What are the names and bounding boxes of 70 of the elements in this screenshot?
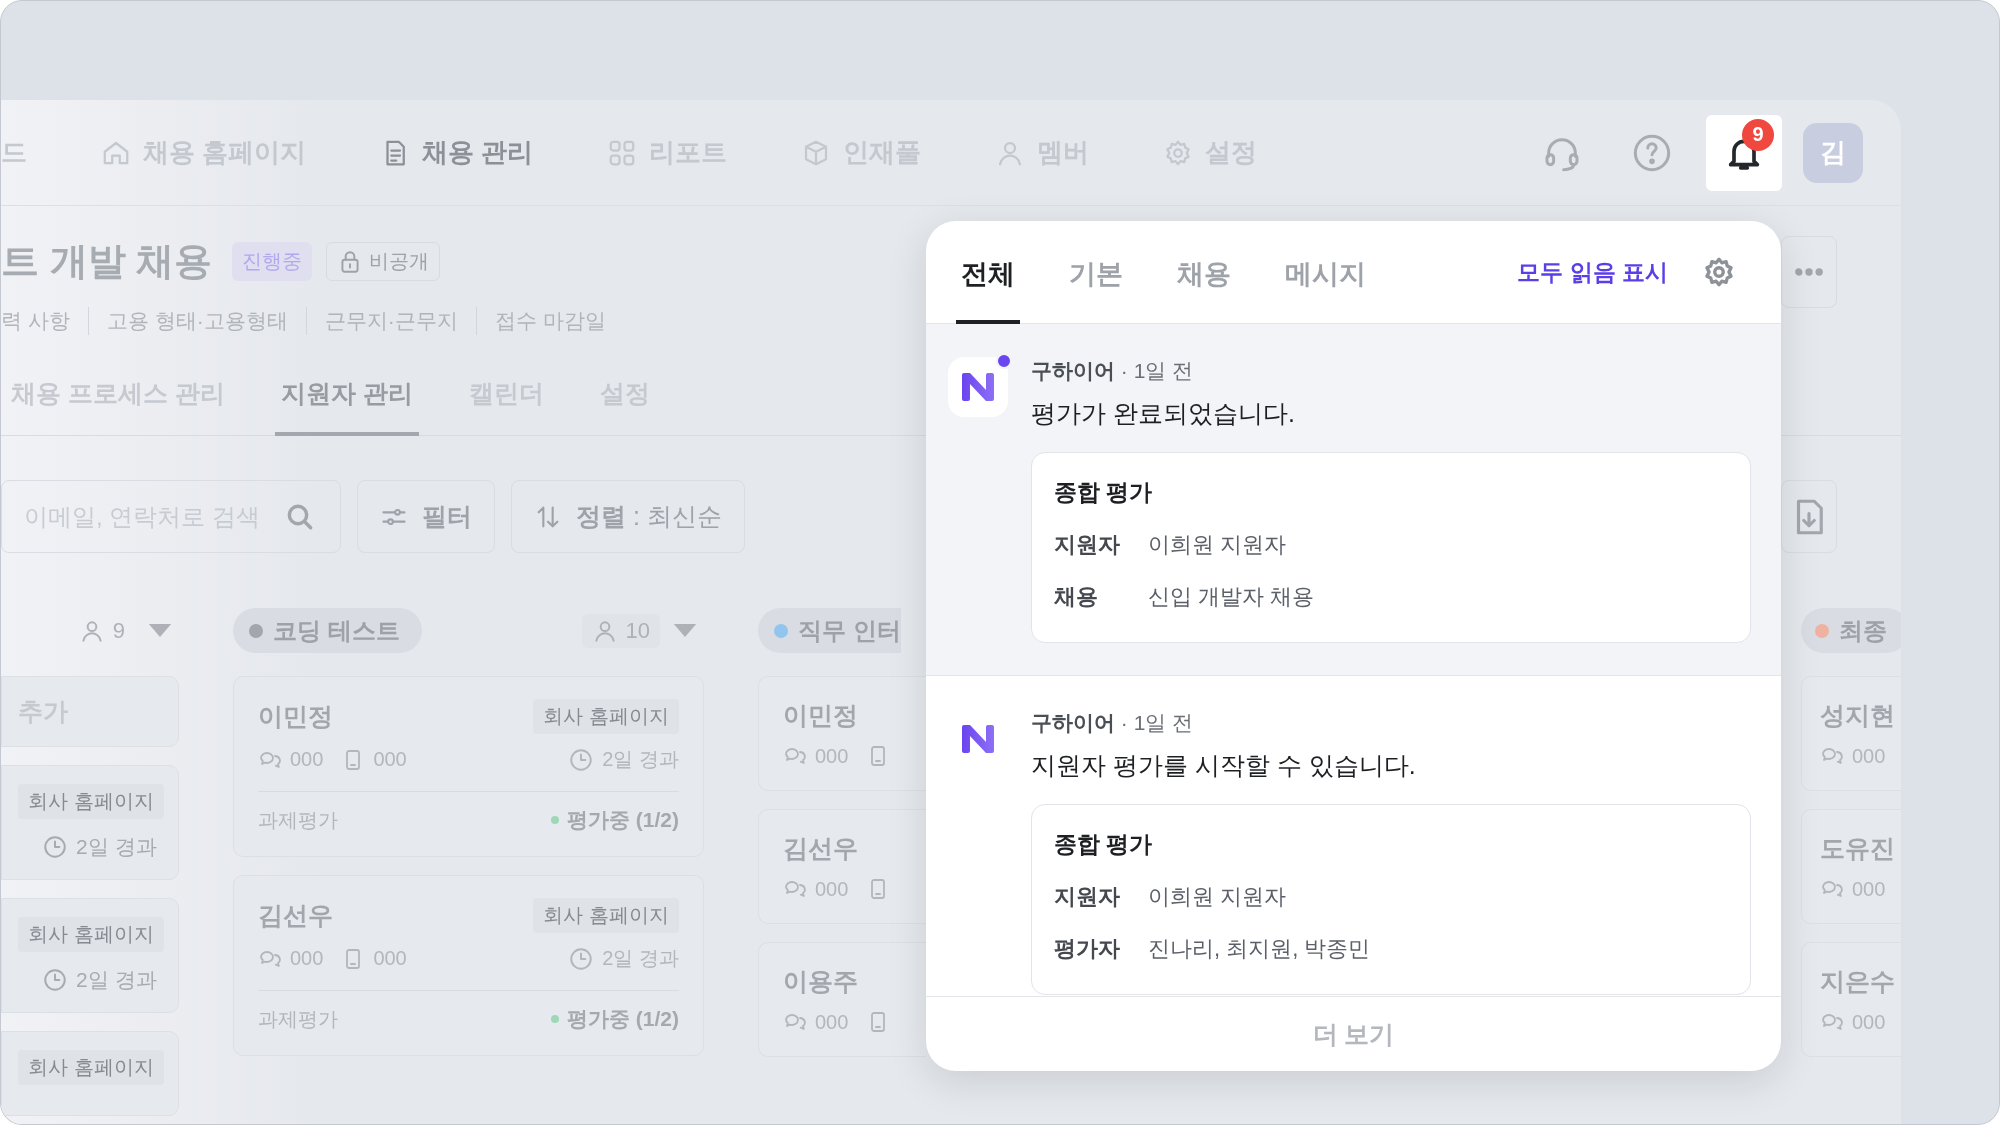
elapsed-time: 2일 경과 [76,834,157,860]
job-title: 트 개발 채용 [1,239,213,284]
field-value: 신입 개발자 채용 [1148,583,1315,611]
applicant-card[interactable]: 회사 홈페이지 [1,1031,179,1116]
field-label: 채용 [1054,583,1099,611]
notification-tab[interactable]: 메시지 [1280,221,1371,324]
source-tag: 회사 홈페이지 [533,699,679,734]
evaluation-status: 평가중 (1/2) [551,806,679,834]
notification-tab[interactable]: 기본 [1064,221,1128,324]
clock-icon [568,945,595,972]
notification-message: 평가가 완료되었습니다. [1031,398,1296,429]
stage-pill[interactable]: 최종 [1801,608,1901,653]
notification-button[interactable]: 9 [1706,114,1782,191]
applicant-card[interactable]: 회사 홈페이지 2일 경과 [1,898,179,1013]
stage-pill[interactable]: 직무 인터 [758,608,901,653]
mark-all-read-link[interactable]: 모두 읽음 표시 [1517,256,1668,288]
clock-icon [42,967,68,993]
notification-meta: 구하이어 · 1일 전 [1031,358,1195,384]
applicant-name: 성지현 [1820,700,1895,731]
field-value: 진나리, 최지원, 박종민 [1148,935,1371,963]
applicant-name: 이용주 [783,966,858,997]
field-value: 이희원 지원자 [1148,531,1287,559]
applicant-name: 김선우 [258,900,333,931]
field-label: 지원자 [1054,531,1121,559]
field-value: 이희원 지원자 [1148,883,1287,911]
settings-button[interactable] [1702,255,1736,289]
applicant-name: 도유진 [1820,833,1895,864]
filter-button[interactable]: 필터 [357,480,495,553]
nav-item[interactable]: 채용 관리 [380,135,534,170]
notification-item[interactable]: 구하이어 · 1일 전 평가가 완료되었습니다. 종합 평가 지원자 이희원 지원자 채용 신입 개발자 채용 [926,324,1781,676]
applicant-name: 김선우 [783,833,858,864]
settings-icon [1702,255,1736,289]
source-tag: 회사 홈페이지 [18,917,164,952]
source-tag: 회사 홈페이지 [18,1050,164,1085]
caret-icon [147,622,173,639]
elapsed-time: 2일 경과 [76,967,157,993]
field-label: 평가자 [1054,935,1121,963]
field-label: 지원자 [1054,883,1121,911]
clock-icon [42,834,68,860]
card-title: 종합 평가 [1054,830,1154,859]
notification-badge: 9 [1742,118,1774,151]
notification-item[interactable]: 구하이어 · 1일 전 지원자 평가를 시작할 수 있습니다. 종합 평가 지원자 이희원 지원자 평가자 진나리, 최지원, 박종민 [926,676,1781,996]
stage-pill[interactable]: 코딩 테스트 [233,608,422,653]
more-icon [1795,268,1823,276]
notification-message: 지원자 평가를 시작할 수 있습니다. [1031,750,1417,781]
sort-button[interactable]: 정렬 : 최신순 [511,480,745,553]
job-meta: 력 사항 [1,308,70,334]
clock-icon [568,746,595,773]
card-title: 종합 평가 [1054,478,1154,507]
visibility-badge: 비공개 [326,242,441,281]
applicant-name: 이민정 [258,701,333,732]
download-button[interactable] [1781,480,1837,553]
source-tag: 회사 홈페이지 [533,898,679,933]
tab[interactable]: 지원자 관리 [274,377,419,436]
logo-icon [962,373,994,401]
applicant-count: 9 [68,613,135,648]
help-icon [1632,132,1672,173]
dropdown-button[interactable] [147,622,173,639]
applicant-name: 지은수 [1820,966,1895,997]
evaluation-status: 평가중 (1/2) [551,1005,679,1033]
notification-meta: 구하이어 · 1일 전 [1031,710,1195,736]
dropdown-button[interactable] [672,622,698,639]
notification-tab[interactable]: 채용 [1172,221,1236,324]
logo-icon [962,725,994,753]
more-button[interactable]: 더 보기 [1312,1017,1395,1051]
applicant-name: 이민정 [783,700,858,731]
job-meta: 고용 형태·고용형태 [87,307,288,335]
caret-icon [672,622,698,639]
applicant-card[interactable]: 회사 홈페이지 2일 경과 [1,765,179,880]
source-tag: 회사 홈페이지 [18,784,164,819]
